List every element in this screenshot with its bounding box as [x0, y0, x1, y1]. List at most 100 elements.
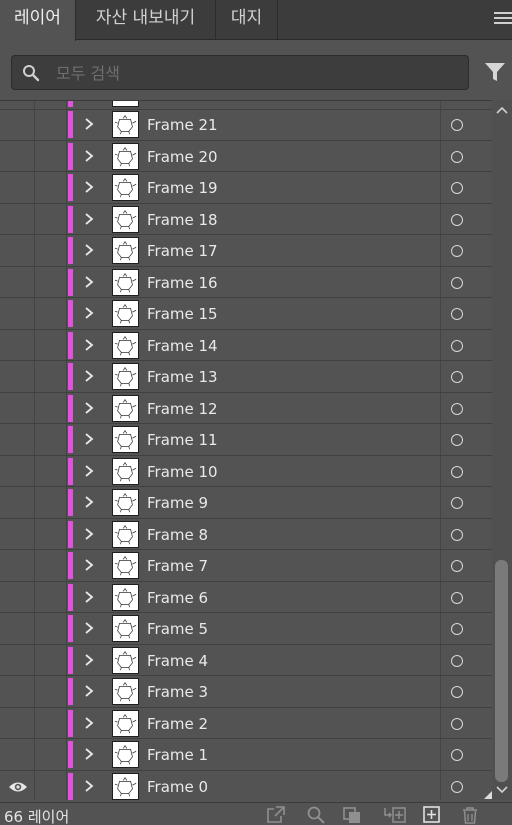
target-cell[interactable] [440, 266, 492, 297]
target-circle-icon[interactable] [451, 717, 463, 730]
target-cell[interactable] [440, 235, 492, 266]
chevron-right-icon[interactable] [83, 464, 95, 478]
visibility-toggle[interactable] [0, 581, 35, 612]
lock-toggle[interactable] [35, 424, 67, 455]
search-input[interactable] [56, 60, 456, 86]
target-circle-icon[interactable] [451, 213, 463, 226]
chevron-right-icon[interactable] [83, 306, 95, 320]
target-circle-icon[interactable] [451, 308, 463, 320]
clipping-mask-icon[interactable] [342, 806, 362, 824]
layer-row[interactable]: Frame 21 [0, 109, 492, 141]
layer-row[interactable]: Frame 20 [0, 140, 492, 172]
lock-toggle[interactable] [35, 707, 67, 738]
layer-row[interactable]: Frame 5 [0, 613, 492, 645]
layer-row[interactable]: Frame 13 [0, 361, 492, 393]
lock-toggle[interactable] [35, 329, 67, 360]
chevron-right-icon[interactable] [83, 243, 95, 257]
layer-name[interactable]: Frame 18 [147, 211, 218, 229]
new-layer-icon[interactable] [422, 806, 442, 824]
target-circle-icon[interactable] [451, 686, 463, 698]
target-circle-icon[interactable] [451, 749, 463, 761]
visibility-toggle[interactable] [0, 140, 35, 171]
target-cell[interactable] [440, 424, 492, 455]
target-cell[interactable] [440, 550, 492, 581]
visibility-toggle[interactable] [0, 109, 35, 140]
target-cell[interactable] [440, 707, 492, 738]
visibility-toggle[interactable] [0, 707, 35, 738]
chevron-right-icon[interactable] [83, 180, 95, 194]
layer-name[interactable]: Frame 5 [147, 620, 208, 638]
visibility-toggle[interactable] [0, 424, 35, 455]
target-cell[interactable] [440, 392, 492, 423]
visibility-toggle[interactable] [0, 329, 35, 360]
lock-toggle[interactable] [35, 172, 67, 203]
target-cell[interactable] [440, 455, 492, 486]
target-circle-icon[interactable] [451, 371, 463, 383]
layer-row[interactable]: Frame 15 [0, 298, 492, 330]
visibility-toggle[interactable] [0, 770, 35, 800]
layer-row[interactable]: Frame 10 [0, 455, 492, 487]
chevron-right-icon[interactable] [83, 716, 95, 730]
target-circle-icon[interactable] [451, 591, 463, 604]
layer-row[interactable]: Frame 16 [0, 266, 492, 298]
layer-list-scrollbar[interactable] [492, 100, 512, 800]
tab-asset-export[interactable]: 자산 내보내기 [76, 0, 216, 40]
layer-name[interactable]: Frame 7 [147, 557, 208, 575]
target-cell[interactable] [440, 140, 492, 171]
visibility-toggle[interactable] [0, 203, 35, 234]
target-circle-icon[interactable] [451, 339, 463, 352]
visibility-toggle[interactable] [0, 676, 35, 707]
visibility-toggle[interactable] [0, 172, 35, 203]
lock-toggle[interactable] [35, 203, 67, 234]
target-cell[interactable] [440, 613, 492, 644]
target-circle-icon[interactable] [451, 654, 463, 667]
chevron-right-icon[interactable] [83, 117, 95, 131]
lock-toggle[interactable] [35, 644, 67, 675]
target-circle-icon[interactable] [451, 150, 463, 163]
chevron-right-icon[interactable] [83, 621, 95, 635]
lock-toggle[interactable] [35, 392, 67, 423]
chevron-right-icon[interactable] [83, 558, 95, 572]
visibility-toggle[interactable] [0, 739, 35, 770]
target-circle-icon[interactable] [451, 623, 463, 635]
lock-toggle[interactable] [35, 487, 67, 518]
target-circle-icon[interactable] [451, 119, 463, 131]
tab-layers[interactable]: 레이어 [0, 0, 76, 41]
layer-name[interactable]: Frame 13 [147, 368, 218, 386]
chevron-right-icon[interactable] [83, 369, 95, 383]
layer-row[interactable]: Frame 19 [0, 172, 492, 204]
layer-name[interactable]: Frame 11 [147, 431, 218, 449]
lock-toggle[interactable] [35, 613, 67, 644]
visibility-toggle[interactable] [0, 361, 35, 392]
layer-name[interactable]: Frame 4 [147, 652, 208, 670]
target-circle-icon[interactable] [451, 528, 463, 541]
filter-icon[interactable] [484, 61, 506, 83]
layer-name[interactable]: Frame 0 [147, 778, 208, 796]
target-cell[interactable] [440, 361, 492, 392]
scroll-up-arrow-icon[interactable] [496, 106, 508, 114]
lock-toggle[interactable] [35, 101, 67, 109]
hamburger-menu-icon[interactable] [494, 12, 512, 26]
eye-icon[interactable] [8, 780, 28, 794]
layer-name[interactable]: Frame 2 [147, 715, 208, 733]
target-circle-icon[interactable] [451, 560, 463, 572]
layer-name[interactable]: Frame 20 [147, 148, 218, 166]
visibility-toggle[interactable] [0, 613, 35, 644]
layer-name[interactable]: Frame 14 [147, 337, 218, 355]
layer-name[interactable]: Frame 15 [147, 305, 218, 323]
scrollbar-thumb[interactable] [495, 560, 508, 782]
layer-row[interactable]: Frame 0 [0, 770, 492, 800]
target-cell[interactable] [440, 676, 492, 707]
target-cell[interactable] [440, 770, 492, 800]
target-circle-icon[interactable] [451, 402, 463, 415]
chevron-right-icon[interactable] [83, 590, 95, 604]
layer-name[interactable]: Frame 3 [147, 683, 208, 701]
layer-row[interactable]: Frame 1 [0, 739, 492, 771]
target-cell[interactable] [440, 109, 492, 140]
target-cell[interactable] [440, 298, 492, 329]
layer-row[interactable]: Frame 6 [0, 581, 492, 613]
layer-name[interactable]: Frame 21 [147, 116, 218, 134]
chevron-right-icon[interactable] [83, 401, 95, 415]
chevron-right-icon[interactable] [83, 653, 95, 667]
target-circle-icon[interactable] [451, 276, 463, 289]
